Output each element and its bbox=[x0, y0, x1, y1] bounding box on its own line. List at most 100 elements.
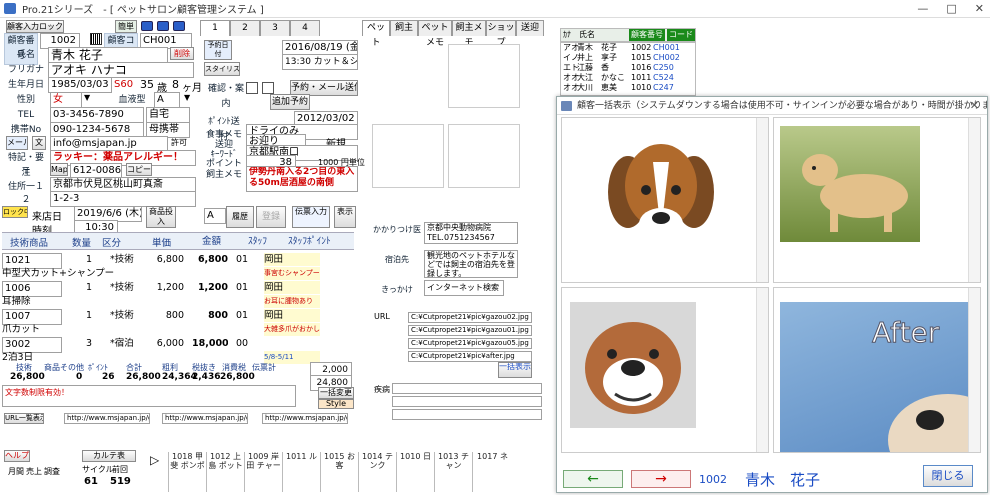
pet-photo-slot-2[interactable] bbox=[372, 124, 444, 188]
owner-memo-field[interactable]: 伊勢丹南入る2つ目の東入る50m居酒屋の南側 bbox=[246, 166, 358, 192]
confirm-checkbox-1[interactable] bbox=[246, 82, 258, 94]
pet-photo-slot-1[interactable] bbox=[448, 44, 520, 108]
address2-field[interactable]: 1-2-3 bbox=[50, 191, 196, 207]
mail-text-button[interactable]: 文 bbox=[32, 136, 46, 150]
name-field[interactable]: 青木 花子 bbox=[48, 47, 168, 63]
clerk-select[interactable]: A bbox=[204, 208, 226, 224]
play-icon[interactable]: ▷ bbox=[150, 453, 159, 467]
bottom-cell[interactable]: 1017 ネ bbox=[472, 452, 512, 492]
photo-pane-4-scrollbar[interactable] bbox=[968, 288, 980, 452]
close-button[interactable]: ✕ bbox=[975, 2, 984, 15]
list-item[interactable]: オオ 大川 恵美 1010 C247 bbox=[561, 83, 695, 93]
tel-type-select[interactable]: 自宅 bbox=[146, 107, 190, 123]
bottom-cell[interactable]: 1015 お客 bbox=[320, 452, 358, 492]
tab-2[interactable]: 2 bbox=[230, 20, 260, 36]
bottom-cell[interactable]: 1014 テンク bbox=[358, 452, 396, 492]
tab-pet[interactable]: ペット bbox=[362, 20, 390, 48]
minimize-button[interactable]: — bbox=[917, 2, 928, 15]
url-field-2[interactable]: http://www.msjapan.jp/ga bbox=[162, 413, 248, 424]
url-field-3[interactable]: http://www.msjapan.jp/ga bbox=[262, 413, 348, 424]
blood-dropdown-icon[interactable]: ▼ bbox=[184, 93, 190, 102]
style-button[interactable]: Style bbox=[318, 399, 354, 409]
nav-first-icon[interactable] bbox=[141, 21, 153, 31]
photo-pane-1-scrollbar[interactable] bbox=[756, 118, 768, 282]
item-row[interactable]: 1007 1 *技術 800 800 01 岡田 bbox=[2, 309, 354, 325]
url-list-button[interactable]: URL一覧表示 bbox=[4, 413, 44, 424]
stylist-button[interactable]: スタイリスト指名 bbox=[204, 62, 240, 76]
dialog-close-icon[interactable]: ✕ bbox=[970, 99, 979, 112]
tel-field[interactable]: 03-3456-7890 bbox=[50, 107, 144, 123]
next-customer-button[interactable]: → bbox=[631, 470, 691, 488]
trigger-field[interactable]: インターネット検索 bbox=[424, 280, 504, 296]
photo-pane-2[interactable] bbox=[773, 117, 981, 283]
tab-1[interactable]: 1 bbox=[200, 20, 230, 36]
list-item[interactable]: アオ 青木 花子 1002 CH001 bbox=[561, 43, 695, 53]
new-slip-button[interactable]: 伝票入力 bbox=[292, 206, 330, 228]
help-button[interactable]: ヘルプ bbox=[4, 450, 30, 462]
nav-next-icon[interactable] bbox=[173, 21, 185, 31]
kana-field[interactable]: アオキ ハナコ bbox=[48, 62, 194, 78]
item-row[interactable]: 1021 1 *技術 6,800 6,800 01 岡田 bbox=[2, 253, 354, 269]
karte-button[interactable]: カルテ表 bbox=[82, 450, 136, 462]
list-item[interactable]: エト 江藤 香 1016 C250 bbox=[561, 63, 695, 73]
display-button[interactable]: 表示 bbox=[334, 206, 356, 228]
list-item[interactable]: オオ 大江 かなこ 1011 C524 bbox=[561, 73, 695, 83]
reservation-note-field[interactable]: 13:30 カット＆シャンプー bbox=[282, 54, 358, 70]
confirm-checkbox-2[interactable] bbox=[262, 82, 274, 94]
tab-3[interactable]: 3 bbox=[260, 20, 290, 36]
maximize-button[interactable]: □ bbox=[946, 2, 956, 15]
calendar-label[interactable]: 月間 bbox=[8, 466, 24, 477]
bottom-cell[interactable]: 1011 ル bbox=[282, 452, 320, 492]
tab-4[interactable]: 4 bbox=[290, 20, 320, 36]
gender-dropdown-icon[interactable]: ▼ bbox=[84, 93, 90, 102]
disease-field-1[interactable] bbox=[392, 383, 542, 394]
history-button[interactable]: 履歴 bbox=[226, 206, 254, 228]
memo-field[interactable]: 文字数制限有効！ bbox=[2, 385, 296, 407]
reservation-date-button[interactable]: 予約日付 bbox=[204, 40, 232, 60]
show-all-button[interactable]: 一括表示 bbox=[498, 362, 532, 378]
photo-pane-4[interactable]: After bbox=[773, 287, 981, 453]
nav-prev-icon[interactable] bbox=[157, 21, 169, 31]
blood-select[interactable]: A bbox=[154, 92, 180, 108]
sales-label[interactable]: 売上 bbox=[26, 466, 42, 477]
disease-field-3[interactable] bbox=[392, 409, 542, 420]
photo-pane-3[interactable] bbox=[561, 287, 769, 453]
photo-pane-2-scrollbar[interactable] bbox=[968, 118, 980, 282]
map-button[interactable]: Map bbox=[50, 163, 68, 176]
photo-pane-1[interactable] bbox=[561, 117, 769, 283]
product-in-button[interactable]: 商品投入 bbox=[146, 206, 176, 228]
bottom-cell[interactable]: 1009 岸田 チャー bbox=[244, 452, 282, 492]
mail-button[interactable]: メール bbox=[6, 136, 28, 150]
tab-pet-memo[interactable]: ペットメモ bbox=[418, 20, 452, 48]
stay-field[interactable]: 観光地のペットホテルなどでは飼主の宿泊先を登録します。 bbox=[424, 250, 518, 278]
clinic-field[interactable]: 京都中央動物病院 TEL.0751234567 bbox=[424, 222, 518, 244]
tab-transfer[interactable]: 送迎 bbox=[516, 20, 544, 36]
birth-field[interactable]: 1985/03/03 bbox=[48, 77, 112, 93]
url-path-4[interactable]: C:¥Cutpropet21¥pic¥after.jpg bbox=[408, 351, 532, 362]
register-button[interactable]: 登録 bbox=[256, 206, 286, 228]
item-row[interactable]: 3002 3 *宿泊 6,000 18,000 00 bbox=[2, 337, 354, 353]
previous-customer-button[interactable]: ← bbox=[563, 470, 623, 488]
tab-owner-memo[interactable]: 飼主メモ bbox=[452, 20, 486, 48]
customer-input-lock-button[interactable]: 顧客入力ロック bbox=[6, 20, 64, 33]
list-item[interactable]: イノ 井上 享子 1015 CH002 bbox=[561, 53, 695, 63]
tab-owner[interactable]: 飼主 bbox=[390, 20, 418, 36]
photo-pane-3-scrollbar[interactable] bbox=[756, 288, 768, 452]
bulk-change-button[interactable]: 一括変更 bbox=[318, 387, 354, 399]
url-path-3[interactable]: C:¥Cutpropet21¥pic¥gazou05.jpg bbox=[408, 338, 532, 349]
url-path-2[interactable]: C:¥Cutpropet21¥pic¥gazou01.jpg bbox=[408, 325, 532, 336]
disease-field-2[interactable] bbox=[392, 396, 542, 407]
gender-select[interactable]: 女 bbox=[50, 92, 82, 108]
tab-shop[interactable]: ショップ bbox=[486, 20, 516, 48]
dialog-close-button[interactable]: 閉じる bbox=[923, 465, 973, 487]
url-field-1[interactable]: http://www.msjapan.jp/ga bbox=[64, 413, 150, 424]
survey-label[interactable]: 調査 bbox=[44, 466, 60, 477]
bottom-cell[interactable]: 1013 チャン bbox=[434, 452, 472, 492]
lock-toggle[interactable]: ロック中 bbox=[2, 206, 28, 218]
copy-button[interactable]: コピー bbox=[126, 163, 152, 176]
simple-button[interactable]: 簡単 bbox=[115, 20, 137, 33]
add-reservation-button[interactable]: 追加予約 bbox=[270, 94, 310, 110]
bottom-cell[interactable]: 1012 上島 ポット bbox=[206, 452, 244, 492]
delete-button[interactable]: 削除 bbox=[170, 47, 194, 60]
bottom-cell[interactable]: 1018 甲斐 ボンポ bbox=[168, 452, 206, 492]
